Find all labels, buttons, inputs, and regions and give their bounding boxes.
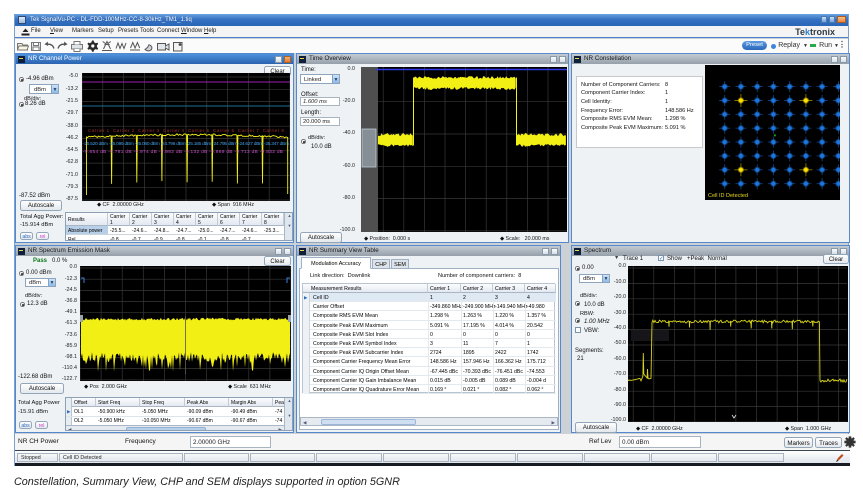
svg-text:Carrier 1 Carrier 2 Carrier: Carrier 1 Carrier 2 Carrier 3 Carrier 4 … xyxy=(88,128,284,133)
svg-text:Cell ID Detected: Cell ID Detected xyxy=(708,193,748,199)
svg-text:-9.654 dB -9.781 dB -9.974 dB: -9.654 dB -9.781 dB -9.974 dB -9.982 dB … xyxy=(83,149,283,155)
svg-text:-25.520 dBm -25.095 dBm -25.08: -25.520 dBm -25.095 dBm -25.080 dBm -24.… xyxy=(83,141,289,147)
